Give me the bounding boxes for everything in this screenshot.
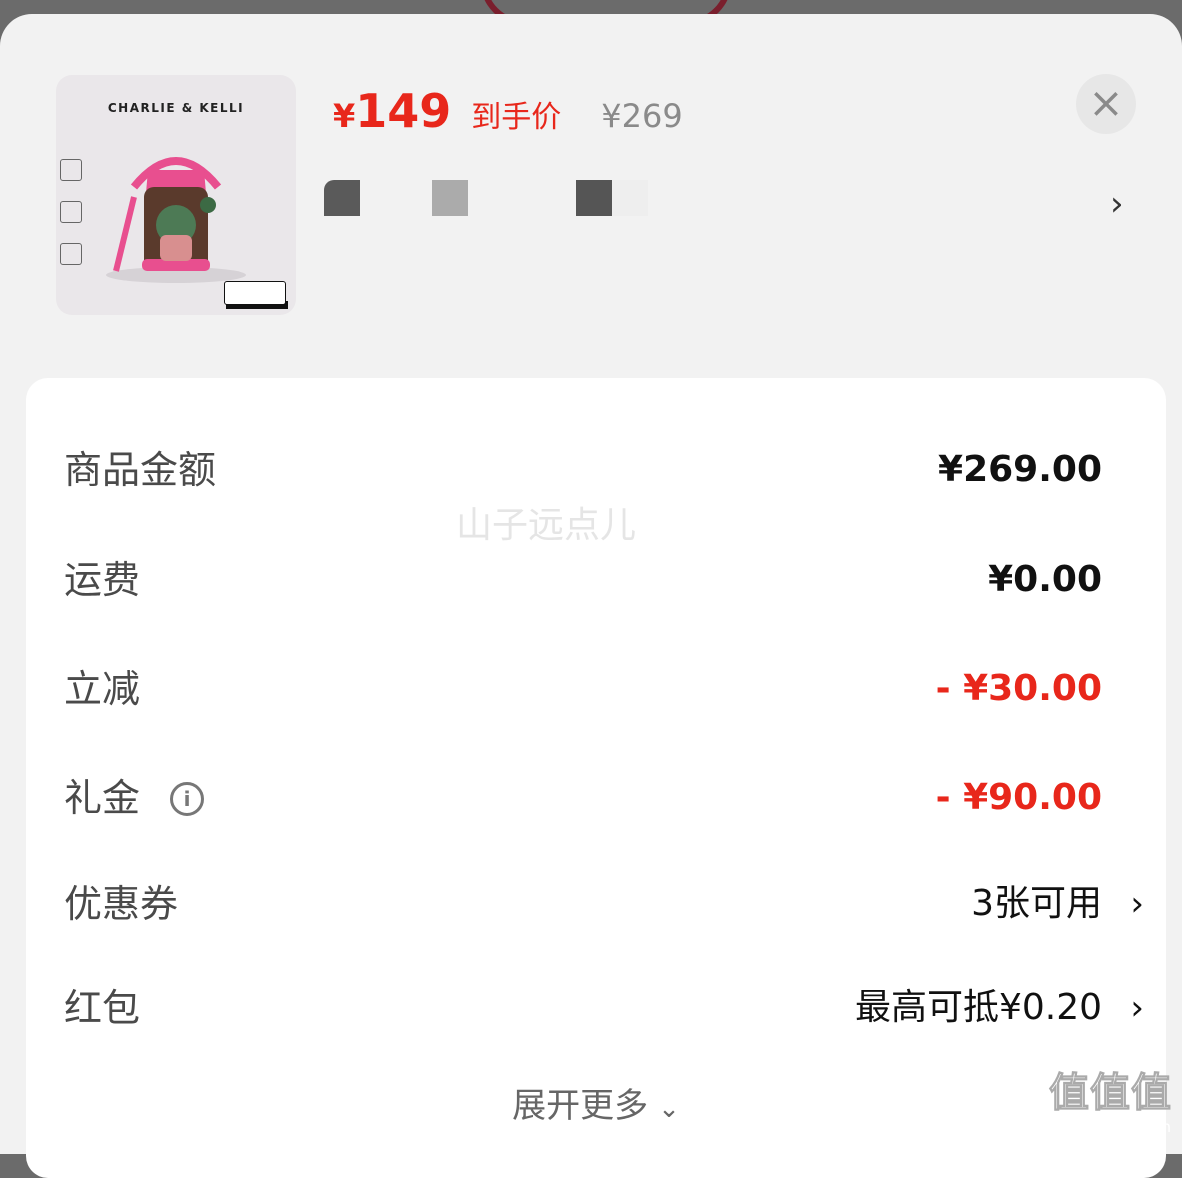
expand-label: 展开更多 (512, 1086, 649, 1126)
row-red-packet[interactable]: 红包 最高可抵¥0.20 › (64, 978, 1144, 1038)
row-value: - ¥30.00 (935, 668, 1102, 709)
close-icon: × (1088, 78, 1124, 127)
site-url: zhizhizhi.com (1057, 1118, 1172, 1136)
variant-block (576, 180, 612, 216)
chevron-right-icon[interactable]: › (1110, 184, 1124, 224)
row-label: 立减 (64, 667, 141, 711)
row-value: 最高可抵¥0.20 (854, 987, 1102, 1028)
chevron-right-icon: › (1130, 988, 1144, 1028)
row-label: 礼金 (64, 776, 141, 820)
row-instant-discount: 立减 - ¥30.00 (64, 659, 1126, 719)
row-label: 红包 (64, 986, 141, 1030)
price-currency: ¥ (333, 97, 356, 135)
row-value: ¥0.00 (988, 559, 1102, 600)
site-logo: 值值值 (1049, 1070, 1172, 1117)
product-thumbnail[interactable]: CHARLIE & KELLI (56, 75, 296, 315)
sf-express-badge (224, 281, 286, 305)
expand-more-button[interactable]: 展开更多 ⌄ (26, 1078, 1166, 1127)
chevron-down-icon: ⌄ (658, 1094, 680, 1124)
variant-block (432, 180, 468, 216)
user-watermark: 山子远点儿 (456, 505, 637, 546)
info-icon[interactable]: i (170, 782, 204, 816)
final-price-tag: 到手价 (471, 100, 562, 135)
row-label: 优惠券 (64, 882, 179, 926)
row-value: ¥269.00 (938, 449, 1102, 490)
order-bottom-sheet: CHARLIE & KELLI ¥ 149 到手价 ¥269 × › 山子远点儿… (0, 14, 1182, 1178)
variant-block (612, 180, 648, 216)
row-value: 3张可用 (971, 883, 1102, 924)
original-price: ¥269 (601, 97, 683, 135)
row-gift-money: 礼金 i - ¥90.00 (64, 768, 1126, 828)
row-label: 商品金额 (64, 448, 217, 492)
variant-block (324, 180, 360, 216)
price-row: ¥ 149 到手价 ¥269 (333, 84, 683, 144)
row-coupons[interactable]: 优惠券 3张可用 › (64, 874, 1144, 934)
row-label: 运费 (64, 558, 141, 602)
close-button[interactable]: × (1076, 74, 1136, 134)
final-price: 149 (355, 84, 452, 138)
row-goods-amount: 商品金额 ¥269.00 (64, 440, 1126, 500)
chevron-right-icon: › (1130, 884, 1144, 924)
row-shipping: 运费 ¥0.00 (64, 550, 1126, 610)
row-value: - ¥90.00 (935, 777, 1102, 818)
bag-illustration (106, 157, 246, 283)
site-watermark: 值值值 zhizhizhi.com (1049, 1060, 1172, 1137)
price-summary-card: 山子远点儿 商品金额 ¥269.00 运费 ¥0.00 立减 - ¥30.00 … (26, 378, 1166, 1178)
